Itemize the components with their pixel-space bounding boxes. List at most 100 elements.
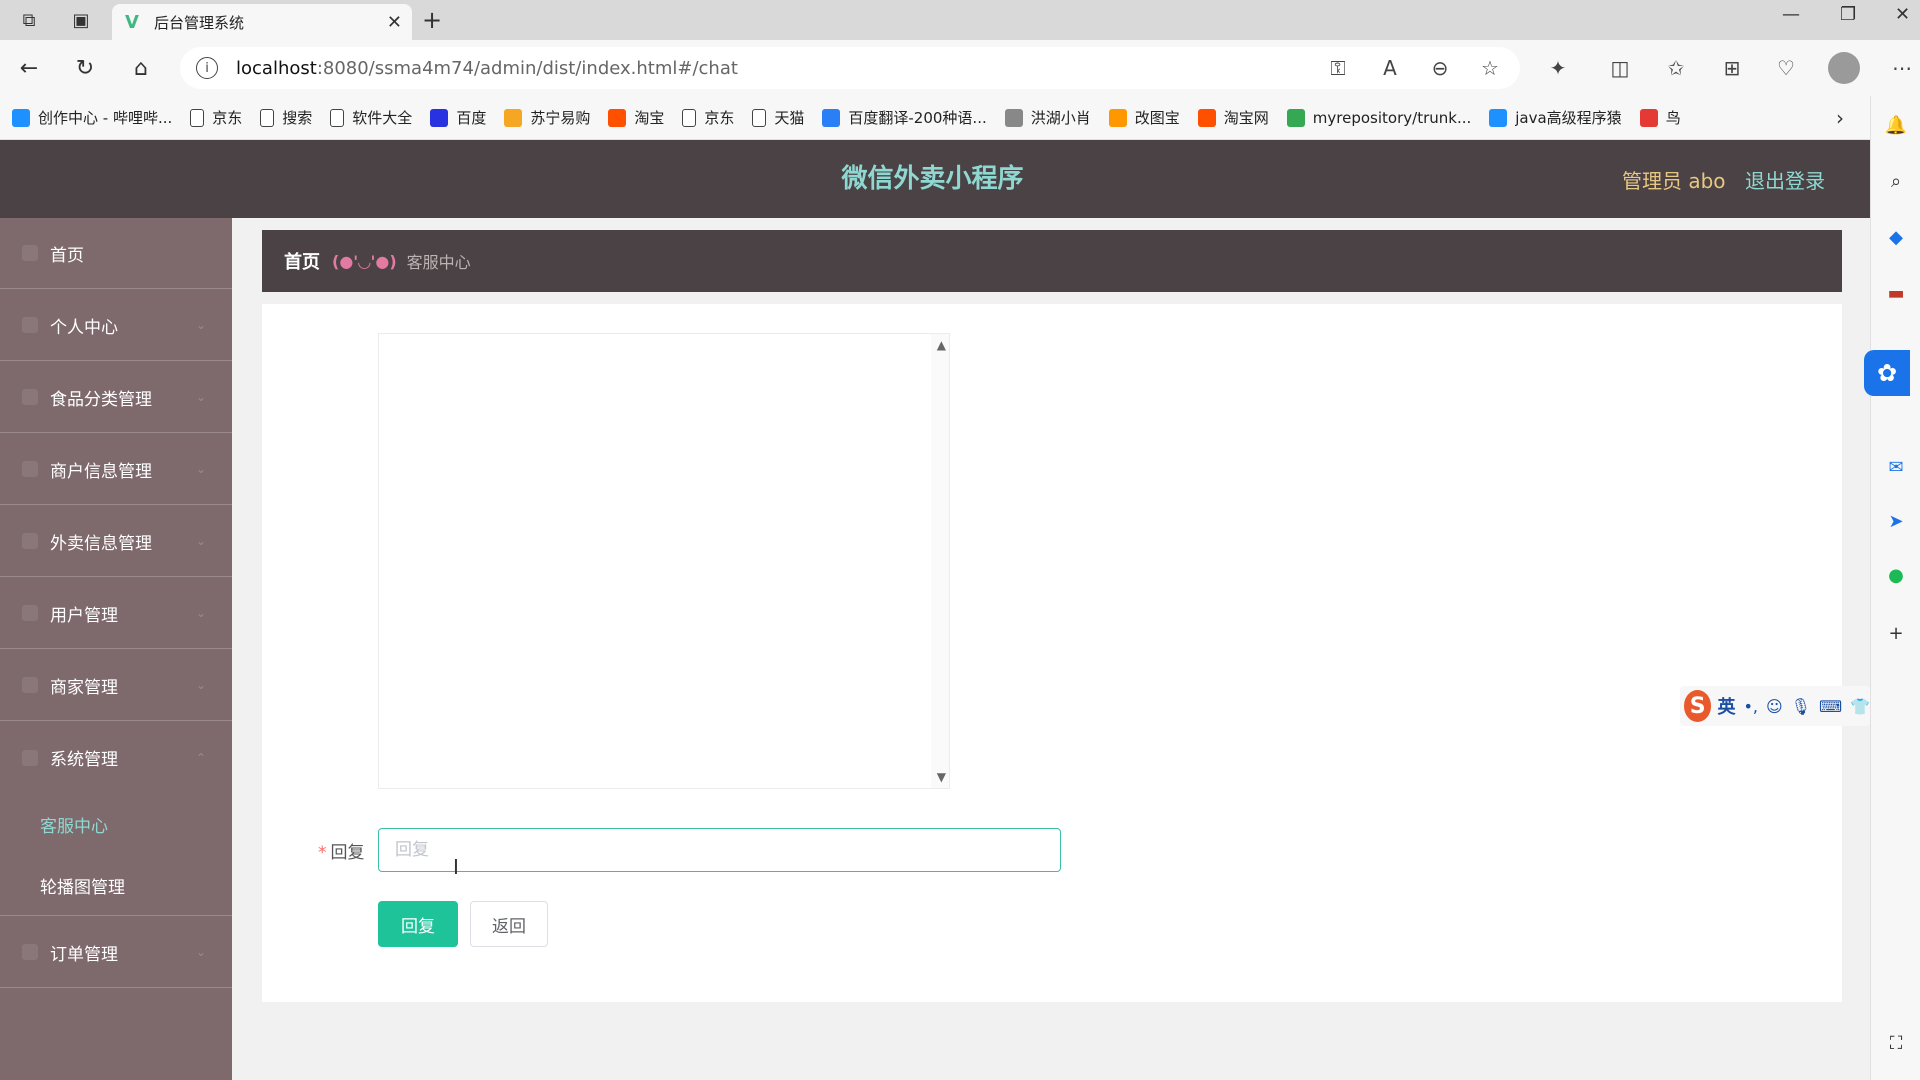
keyboard-icon[interactable]: ⌨ — [1819, 697, 1842, 716]
new-tab-icon[interactable]: + — [422, 6, 442, 34]
bookmark-label: myrepository/trunk... — [1312, 108, 1472, 127]
refresh-icon[interactable]: ↻ — [68, 52, 102, 84]
site-info-icon[interactable]: i — [196, 57, 218, 79]
browser-essentials-icon[interactable]: ♡ — [1770, 52, 1802, 84]
suning-icon — [504, 108, 523, 127]
favorites-icon[interactable]: ✩ — [1660, 52, 1692, 84]
bird-icon — [1639, 108, 1658, 127]
page-icon — [260, 108, 275, 127]
admin-name: 管理员 abo — [1622, 169, 1726, 193]
bookmark-item[interactable]: 京东 — [682, 107, 734, 128]
bookmark-item[interactable]: 京东 — [190, 107, 242, 128]
bookmark-item[interactable]: 淘宝 — [608, 107, 664, 128]
notification-bell-icon[interactable]: 🔔 — [1883, 112, 1909, 138]
sidebar-item-merchant-info[interactable]: 商户信息管理 ⌄ — [0, 434, 232, 505]
bookmarks-more-icon[interactable]: › — [1836, 106, 1844, 130]
sidebar-item-home[interactable]: 首页 — [0, 218, 232, 289]
key-icon[interactable]: ⚿ — [1322, 52, 1354, 84]
more-menu-icon[interactable]: ⋯ — [1886, 52, 1918, 84]
bookmark-label: 改图宝 — [1134, 109, 1180, 127]
workspaces-icon[interactable]: ⧉ — [14, 6, 44, 34]
sidebar-item-system-management[interactable]: 系统管理 ⌃ — [0, 722, 232, 793]
bookmark-item[interactable]: 创作中心 - 哔哩哔... — [12, 107, 172, 128]
chevron-down-icon: ⌄ — [195, 945, 206, 959]
sidebar-subitem-carousel[interactable]: 轮播图管理 — [0, 856, 232, 916]
browser-tab[interactable]: V 后台管理系统 ✕ — [112, 4, 412, 40]
scroll-up-icon[interactable]: ▲ — [937, 338, 946, 352]
bookmark-item[interactable]: 改图宝 — [1108, 107, 1180, 128]
sidebar-subitem-customer-service[interactable]: 客服中心 — [0, 794, 232, 854]
bookmark-item[interactable]: 鸟 — [1639, 107, 1681, 128]
restore-icon[interactable]: ❐ — [1840, 4, 1856, 25]
sidebar-item-user-management[interactable]: 用户管理 ⌄ — [0, 578, 232, 649]
chat-message-box[interactable]: ▲ ▼ — [378, 333, 950, 789]
ime-toolbar[interactable]: S 英 •, ☺ 🎙 ⌨ 👕 — [1680, 686, 1870, 726]
bookmark-item[interactable]: 搜索 — [260, 107, 312, 128]
breadcrumb-home[interactable]: 首页 — [284, 248, 320, 274]
chevron-down-icon: ⌄ — [195, 678, 206, 692]
bookmark-label: 创作中心 - 哔哩哔... — [38, 109, 173, 127]
back-icon[interactable]: ← — [12, 52, 46, 84]
breadcrumb-current: 客服中心 — [406, 253, 471, 272]
close-tab-icon[interactable]: ✕ — [387, 12, 402, 33]
zoom-out-icon[interactable]: ⊖ — [1424, 52, 1456, 84]
bookmark-label: java高级程序猿 — [1515, 109, 1622, 127]
sidebar-item-orders[interactable]: 订单管理 ⌄ — [0, 917, 232, 988]
back-button[interactable]: 返回 — [470, 901, 548, 947]
reply-input[interactable] — [378, 828, 1061, 872]
users-menu-icon — [22, 605, 38, 621]
add-icon[interactable]: + — [1883, 620, 1909, 646]
sidebar-item-takeout-info[interactable]: 外卖信息管理 ⌄ — [0, 506, 232, 577]
emoji-icon[interactable]: ☺ — [1766, 697, 1783, 716]
split-screen-icon[interactable]: ◫ — [1604, 52, 1636, 84]
bookmark-item[interactable]: 天猫 — [752, 107, 804, 128]
bookmark-label: 淘宝 — [634, 109, 665, 127]
settings-menu-icon — [22, 749, 38, 766]
send-icon[interactable]: ➤ — [1883, 508, 1909, 534]
toolbox-icon[interactable]: ▬ — [1883, 280, 1909, 306]
reply-label: * 回复 — [318, 843, 365, 863]
bookmark-label: 苏宁易购 — [530, 109, 591, 127]
scroll-down-icon[interactable]: ▼ — [937, 770, 946, 784]
bookmark-label: 软件大全 — [352, 109, 413, 127]
tag-icon[interactable]: ◆ — [1883, 224, 1909, 250]
ime-mode[interactable]: 英 — [1717, 693, 1735, 719]
reply-button[interactable]: 回复 — [378, 901, 458, 947]
edge-sidebar: 🔔 ⌕ ◆ ▬ ✉ ➤ ● + ⛶ — [1870, 96, 1920, 1080]
profile-avatar[interactable] — [1828, 52, 1860, 84]
bookmark-item[interactable]: 淘宝网 — [1197, 107, 1269, 128]
spotify-icon[interactable]: ● — [1883, 562, 1909, 588]
chat-scrollbar[interactable]: ▲ ▼ — [931, 334, 949, 788]
screenshot-icon[interactable]: ⛶ — [1883, 1030, 1909, 1056]
outlook-icon[interactable]: ✉ — [1883, 454, 1909, 480]
bookmark-item[interactable]: 洪湖小肖 — [1004, 107, 1091, 128]
bookmark-item[interactable]: 软件大全 — [330, 107, 412, 128]
bookmark-item[interactable]: myrepository/trunk... — [1286, 108, 1472, 127]
window-close-icon[interactable]: ✕ — [1895, 4, 1910, 25]
extensions-icon[interactable]: ✦ — [1542, 52, 1574, 84]
search-icon[interactable]: ⌕ — [1883, 168, 1909, 194]
favorite-star-icon[interactable]: ☆ — [1474, 52, 1506, 84]
skin-icon[interactable]: 👕 — [1850, 697, 1870, 716]
url-field[interactable]: i localhost:8080/ssma4m74/admin/dist/ind… — [180, 47, 1520, 89]
sidebar-item-food-category[interactable]: 食品分类管理 ⌄ — [0, 362, 232, 433]
home-icon[interactable]: ⌂ — [124, 52, 158, 84]
sidebar-item-shop-management[interactable]: 商家管理 ⌄ — [0, 650, 232, 721]
read-aloud-icon[interactable]: A — [1374, 52, 1406, 84]
bookmark-label: 鸟 — [1665, 109, 1681, 127]
sidebar-item-personal-center[interactable]: 个人中心 ⌄ — [0, 290, 232, 361]
minimize-icon[interactable]: — — [1782, 4, 1800, 25]
bookmark-label: 百度 — [456, 109, 487, 127]
bookmark-item[interactable]: 百度翻译-200种语... — [822, 107, 987, 128]
bookmark-label: 洪湖小肖 — [1030, 109, 1091, 127]
microphone-icon[interactable]: 🎙 — [1791, 697, 1811, 716]
logout-link[interactable]: 退出登录 — [1745, 165, 1825, 194]
bookmark-label: 京东 — [704, 109, 735, 127]
collections-icon[interactable]: ⊞ — [1716, 52, 1748, 84]
bookmark-item[interactable]: 百度 — [430, 107, 486, 128]
punctuation-icon[interactable]: •, — [1743, 697, 1758, 716]
tab-actions-icon[interactable]: ▣ — [66, 6, 96, 34]
copilot-float-icon[interactable]: ✿ — [1864, 350, 1910, 396]
bookmark-item[interactable]: java高级程序猿 — [1489, 107, 1622, 128]
bookmark-item[interactable]: 苏宁易购 — [504, 107, 590, 128]
